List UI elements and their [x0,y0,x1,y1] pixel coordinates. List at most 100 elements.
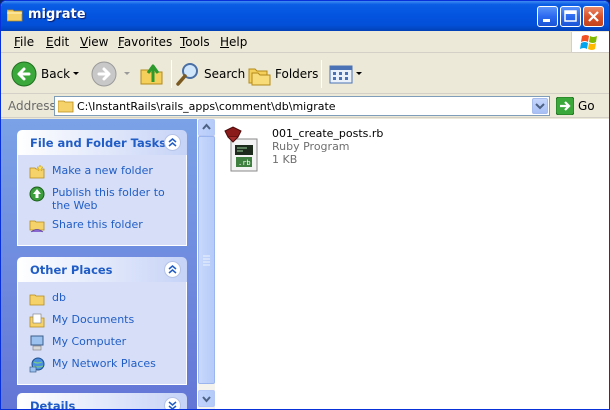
task-pane-scrollbar[interactable] [198,119,215,409]
chevron-down-icon [535,103,545,110]
menu-file[interactable]: File [14,35,34,49]
go-label: Go [578,99,595,113]
menu-favorites[interactable]: Favorites [118,35,172,49]
address-path: C:\InstantRails\rails_apps\comment\db\mi… [77,100,336,113]
panel-header[interactable]: Details [17,393,187,410]
address-input[interactable]: C:\InstantRails\rails_apps\comment\db\mi… [54,96,550,116]
publish-web-icon [29,186,45,202]
scroll-down-button[interactable] [198,390,215,407]
scroll-thumb[interactable] [198,136,215,384]
panel-title: File and Folder Tasks [30,136,167,150]
back-button[interactable]: Back [11,58,70,90]
toolbar-separator [321,60,322,88]
minimize-icon [543,19,550,22]
task-label: Make a new folder [52,164,153,177]
menu-view[interactable]: View [80,35,108,49]
toolbar-separator [171,60,172,88]
my-computer-icon [30,335,44,351]
expand-button[interactable] [164,397,181,409]
place-my-computer[interactable]: My Computer [18,332,186,354]
back-dropdown-arrow[interactable] [73,72,79,75]
window-title: migrate [28,7,86,22]
file-list-view[interactable]: .rb 001_create_posts.rb Ruby Program 1 K… [215,119,609,409]
task-pane: File and Folder Tasks Make a new folder [1,119,197,410]
folder-icon [29,294,45,306]
scroll-up-button[interactable] [198,119,215,136]
file-folder-tasks-panel: File and Folder Tasks Make a new folder [17,130,187,246]
folder-icon [58,100,74,113]
details-panel: Details [17,393,187,410]
collapse-button[interactable] [164,134,181,151]
menu-tools[interactable]: Tools [180,35,210,49]
folders-label: Folders [275,67,319,81]
maximize-button[interactable] [560,6,581,27]
task-publish-web[interactable]: Publish this folder to the Web [18,183,186,215]
arrow-up-icon [202,123,211,130]
close-button[interactable] [583,6,604,27]
grip-icon [203,255,210,266]
task-make-folder[interactable]: Make a new folder [18,161,186,183]
address-bar: Address C:\InstantRails\rails_apps\comme… [1,94,609,118]
windows-logo [571,32,609,52]
task-label: Share this folder [52,218,143,231]
search-label: Search [204,67,246,81]
address-dropdown-button[interactable] [532,98,548,114]
panel-title: Details [30,399,76,410]
place-label: My Network Places [52,357,156,370]
chevron-up-icon [168,138,177,147]
panel-body: db My Documents My Computer My Network P… [17,282,187,385]
go-button[interactable]: Go [556,97,595,115]
minimize-button[interactable] [537,6,558,27]
chevron-up-icon [168,265,177,274]
forward-arrow-icon [91,61,117,87]
search-button[interactable]: Search [176,58,245,90]
place-network[interactable]: My Network Places [18,354,186,376]
file-size: 1 KB [272,153,298,166]
menu-help[interactable]: Help [220,35,247,49]
menu-edit[interactable]: Edit [46,35,69,49]
file-name: 001_create_posts.rb [272,127,384,140]
folders-button[interactable]: Folders [247,58,318,90]
task-share-folder[interactable]: Share this folder [18,215,186,237]
go-arrow-icon [556,97,574,115]
back-arrow-icon [11,61,37,87]
place-label: My Computer [52,335,127,348]
place-label: db [52,291,66,304]
views-dropdown-arrow[interactable] [356,72,362,75]
ruby-file-icon: .rb [224,126,258,172]
place-label: My Documents [52,313,135,326]
folder-icon [7,9,23,22]
standard-toolbar: Back Search Folders [1,54,609,94]
explorer-window: migrate File Edit View Favorites Tools H… [0,0,610,410]
panel-title: Other Places [30,263,113,277]
collapse-button[interactable] [164,261,181,278]
maximize-icon [564,10,577,22]
share-folder-icon [29,220,45,233]
close-icon [588,11,599,22]
chevron-down-icon [168,401,177,409]
forward-dropdown-arrow[interactable] [124,72,130,75]
file-type: Ruby Program [272,140,350,153]
windows-flag-icon [580,35,597,50]
task-label: Publish this folder to the Web [52,186,165,212]
place-my-documents[interactable]: My Documents [18,310,186,332]
forward-button[interactable] [91,58,117,90]
arrow-down-icon [202,396,211,403]
folders-icon [248,68,271,86]
address-label: Address [8,99,56,113]
place-db[interactable]: db [18,288,186,310]
search-icon [176,63,198,86]
panel-header[interactable]: File and Folder Tasks [17,130,187,155]
title-bar[interactable]: migrate [1,1,609,31]
svg-text:.rb: .rb [238,159,251,167]
my-documents-icon [29,313,45,328]
up-folder-button[interactable] [139,58,165,90]
up-folder-icon [140,64,163,85]
views-icon [329,65,353,84]
panel-header[interactable]: Other Places [17,257,187,282]
file-item[interactable]: .rb 001_create_posts.rb Ruby Program 1 K… [219,125,419,173]
new-folder-icon [29,164,45,179]
menu-bar: File Edit View Favorites Tools Help [1,31,609,53]
back-label: Back [41,67,71,81]
views-button[interactable] [328,58,354,90]
